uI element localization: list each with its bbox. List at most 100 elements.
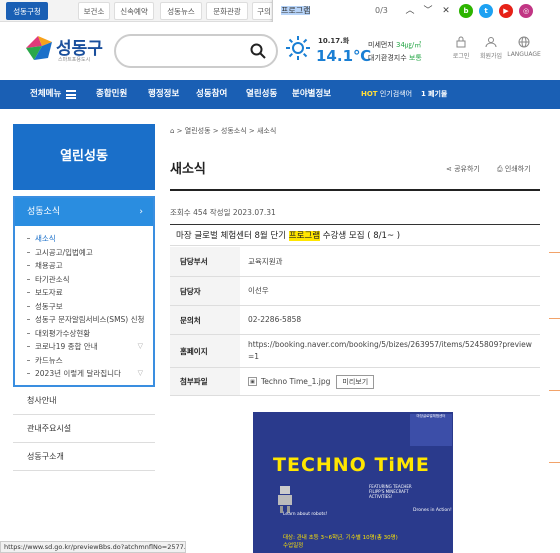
air-value: 34㎍/㎥ [396, 41, 422, 49]
logo-mark-icon [26, 36, 52, 60]
nav-item-participation[interactable]: 성동참여 [196, 80, 227, 109]
sidebar-sublist: 새소식 고시공고/입법예고 채용공고 타기관소식 보도자료 성동구보 성동구 문… [15, 226, 153, 385]
info-row-person: 담당자 이선우 [170, 277, 540, 306]
sidebar-item-agencies[interactable]: 타기관소식 [27, 273, 145, 287]
page-edge-marker [549, 462, 560, 463]
info-label: 홈페이지 [170, 335, 240, 367]
print-label: 인쇄하기 [504, 165, 531, 173]
info-value: 이선우 [248, 286, 269, 295]
poster-schedule: 수업일정 [283, 543, 304, 549]
sidebar-item-covid[interactable]: 코로나19 종합 안내 ▽ [27, 340, 145, 354]
tab-seongdong[interactable]: 성동구청 [6, 2, 48, 20]
page-edge-marker [549, 318, 560, 319]
homepage-url[interactable]: https://booking.naver.com/booking/5/bize… [248, 339, 538, 363]
find-prev-icon[interactable]: ︿ [403, 3, 417, 19]
sidebar-item-press[interactable]: 보도자료 [27, 286, 145, 300]
post-title-post: 수강생 모집 ( 8/1~ ) [320, 231, 401, 241]
poster-label-drones: Drones in Action! [413, 508, 452, 513]
poster-corner-photo: 마장글로벌체험센터 [410, 414, 452, 446]
signup-link[interactable]: 회원가입 [476, 36, 506, 60]
find-next-icon[interactable]: ﹀ [421, 3, 435, 19]
info-label: 문의처 [170, 306, 240, 334]
homepage-link[interactable]: https://booking.naver.com/booking/5/bize… [248, 335, 538, 367]
user-icon [485, 37, 497, 48]
login-label: 로그인 [452, 53, 470, 60]
hot-rank: 1 [420, 90, 426, 98]
preview-button[interactable]: 미리보기 [336, 374, 375, 389]
language-link[interactable]: LANGUAGE [506, 36, 542, 58]
sidebar-section-header[interactable]: 성동소식 › [15, 198, 153, 226]
print-icon: ⎙ [497, 165, 503, 173]
all-menu-button[interactable]: 전체메뉴 [0, 80, 86, 109]
search-input[interactable] [114, 34, 278, 68]
tab-news[interactable]: 성동뉴스 [160, 2, 202, 20]
info-row-contact: 문의처 02-2286-5858 [170, 306, 540, 335]
home-icon[interactable]: ⌂ [170, 127, 174, 135]
sidebar-item-changes[interactable]: 2023년 이렇게 달라집니다 ▽ [27, 367, 145, 381]
air-label: 미세먼지 [368, 41, 394, 49]
breadcrumb-item[interactable]: 새소식 [257, 127, 276, 135]
breadcrumb-item[interactable]: 성동소식 [221, 127, 247, 135]
tab-culture[interactable]: 문화관광 [206, 2, 248, 20]
env-label: 대기환경지수 [368, 54, 407, 62]
sidebar-menu-office[interactable]: 청사안내 [13, 387, 155, 415]
weather-widget: 10.17.화 14.1℃ [284, 34, 371, 70]
post-meta: 조회수 454 작성일 2023.07.31 [170, 208, 276, 217]
attachment-filename[interactable]: Techno Time_1.jpg [261, 376, 330, 388]
logo-subtitle: 스마트포용도시 [58, 57, 91, 63]
sidebar-item-news[interactable]: 새소식 [27, 232, 145, 246]
poster-subtitle: FEATURING TEACHER FILIPP'S MINECRAFT ACT… [369, 484, 412, 499]
sidebar-section-label: 성동소식 [27, 207, 61, 217]
login-link[interactable]: 로그인 [446, 36, 476, 60]
find-bar: 프로그램 0/3 ︿ ﹀ ✕ b t ▶ ◎ [272, 0, 560, 22]
nav-item-open[interactable]: 열린성동 [246, 80, 277, 109]
menu-icon [66, 90, 76, 99]
post-title: 마장 글로벌 체험센터 8월 단기 프로그램 수강생 모집 ( 8/1~ ) [170, 224, 540, 246]
hot-keywords[interactable]: HOT 인기검색어 1 폐기물 [361, 80, 447, 109]
sidebar-item-awards[interactable]: 대외평가수상현황 [27, 327, 145, 341]
logo[interactable]: 성동구 스마트포용도시 [24, 32, 114, 68]
browser-status-url: https://www.sd.go.kr/previewBbs.do?atchm… [0, 541, 186, 553]
post-title-highlight: 프로그램 [288, 231, 321, 241]
breadcrumb: ⌂ > 열린성동 > 성동소식 > 새소식 [170, 127, 277, 135]
blog-icon[interactable]: b [459, 4, 473, 18]
sidebar-menu-about[interactable]: 성동구소개 [13, 443, 155, 471]
share-button[interactable]: ⋖ 공유하기 [446, 164, 480, 174]
nav-item-fields[interactable]: 분야별정보 [292, 80, 331, 109]
instagram-icon[interactable]: ◎ [519, 4, 533, 18]
breadcrumb-item[interactable]: 열린성동 [185, 127, 211, 135]
search-icon[interactable] [250, 43, 266, 59]
sidebar-section: 성동소식 › 새소식 고시공고/입법예고 채용공고 타기관소식 보도자료 성동구… [13, 196, 155, 387]
chevron-down-icon: ▽ [137, 342, 143, 350]
tab-reservation[interactable]: 신속예약 [114, 2, 154, 20]
main-nav: 전체메뉴 종합민원 행정정보 성동참여 열린성동 분야별정보 HOT 인기검색어… [0, 80, 560, 109]
event-poster-image: 마장글로벌체험센터 TECHNO TiME FEATURING TEACHER … [253, 412, 453, 553]
weather-temp: 14.1℃ [316, 47, 372, 65]
twitter-icon[interactable]: t [479, 4, 493, 18]
nav-item-admin[interactable]: 행정정보 [148, 80, 179, 109]
youtube-icon[interactable]: ▶ [499, 4, 513, 18]
find-query: 프로그램 [281, 6, 311, 15]
sidebar-item-bulletin[interactable]: 성동구보 [27, 300, 145, 314]
poster-bottom-text: 대상: 관내 초등 3~6학년, 기수별 10명(총 30명) 수업일정 [283, 534, 398, 550]
page-edge-marker [549, 390, 560, 391]
sidebar-menu-facilities[interactable]: 관내주요시설 [13, 415, 155, 443]
hot-keyword: 폐기물 [428, 90, 448, 98]
sidebar-item-notice[interactable]: 고시공고/입법예고 [27, 246, 145, 260]
sidebar-item-cardnews[interactable]: 카드뉴스 [27, 354, 145, 368]
lock-icon [456, 36, 466, 48]
signup-label: 회원가입 [479, 53, 503, 60]
sidebar-item-jobs[interactable]: 채용공고 [27, 259, 145, 273]
env-value: 보통 [408, 54, 422, 62]
print-button[interactable]: ⎙ 인쇄하기 [497, 164, 531, 174]
all-menu-label: 전체메뉴 [30, 89, 62, 99]
nav-item-civil[interactable]: 종합민원 [96, 80, 127, 109]
info-label: 담당자 [170, 277, 240, 305]
poster-title: TECHNO TiME [273, 454, 430, 476]
chevron-right-icon: › [139, 207, 143, 217]
hot-label: HOT [361, 90, 378, 98]
sidebar-item-sms[interactable]: 성동구 문자알림서비스(SMS) 신청 [27, 313, 145, 327]
poster-corner-label: 마장글로벌체험센터 [416, 414, 446, 418]
find-close-icon[interactable]: ✕ [439, 3, 453, 19]
tab-health[interactable]: 보건소 [78, 2, 110, 20]
